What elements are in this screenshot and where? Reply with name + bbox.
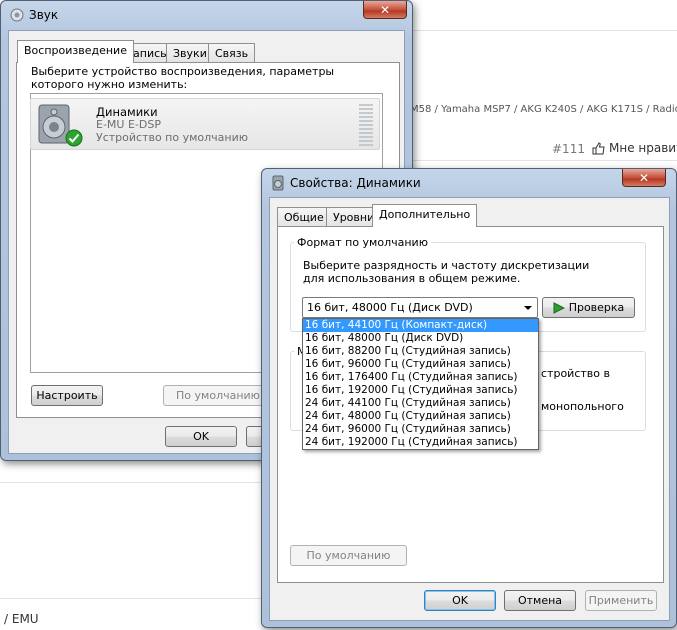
ok-button[interactable]: OK bbox=[424, 590, 496, 611]
cancel-button[interactable]: Отмена bbox=[504, 590, 576, 611]
format-option[interactable]: 24 бит, 48000 Гц (Студийная запись) bbox=[303, 410, 538, 423]
page-divider bbox=[410, 160, 677, 161]
format-option[interactable]: 16 бит, 48000 Гц (Диск DVD) bbox=[303, 332, 538, 345]
default-check-icon bbox=[65, 129, 83, 147]
speaker-icon bbox=[272, 175, 284, 191]
tab-communications[interactable]: Связь bbox=[208, 43, 256, 63]
device-list-item[interactable]: Динамики E-MU E-DSP Устройство по умолча… bbox=[30, 98, 380, 150]
exclusive-option-1-text: стройство в bbox=[541, 367, 610, 380]
page-breadcrumb[interactable]: M58 / Yamaha MSP7 / AKG K240S / AKG K171… bbox=[410, 104, 677, 115]
set-default-button[interactable]: По умолчанию bbox=[163, 385, 273, 406]
exclusive-option-2-text: монопольного bbox=[541, 400, 624, 413]
apply-button[interactable]: Применить bbox=[585, 590, 657, 611]
close-icon: ✕ bbox=[379, 2, 391, 17]
like-button[interactable]: Мне нравит bbox=[592, 141, 677, 155]
format-option[interactable]: 24 бит, 44100 Гц (Студийная запись) bbox=[303, 397, 538, 410]
format-select[interactable]: 16 бит, 48000 Гц (Диск DVD) bbox=[302, 297, 538, 318]
window-title: Звук bbox=[29, 8, 59, 22]
close-button[interactable]: ✕ bbox=[622, 169, 666, 187]
format-option[interactable]: 16 бит, 192000 Гц (Студийная запись) bbox=[303, 384, 538, 397]
device-instruction: Выберите устройство воспроизведения, пар… bbox=[31, 65, 335, 91]
window-title: Свойства: Динамики bbox=[290, 176, 421, 190]
ok-button[interactable]: OK bbox=[165, 426, 237, 447]
device-status: Устройство по умолчанию bbox=[96, 131, 249, 144]
device-model: E-MU E-DSP bbox=[96, 118, 161, 131]
tab-playback[interactable]: Воспроизведение bbox=[17, 40, 134, 63]
speaker-gear-icon bbox=[10, 8, 24, 22]
play-icon bbox=[553, 301, 565, 314]
format-option[interactable]: 16 бит, 96000 Гц (Студийная запись) bbox=[303, 358, 538, 371]
restore-defaults-button[interactable]: По умолчанию bbox=[290, 545, 407, 566]
format-option[interactable]: 24 бит, 96000 Гц (Студийная запись) bbox=[303, 423, 538, 436]
test-button-label: Проверка bbox=[568, 301, 625, 314]
page-bottom-text: / EMU bbox=[4, 612, 39, 626]
tab-general[interactable]: Общие bbox=[277, 207, 331, 227]
device-name: Динамики bbox=[96, 105, 158, 119]
like-label: Мне нравит bbox=[609, 141, 677, 155]
test-button[interactable]: Проверка bbox=[542, 297, 635, 318]
page-divider bbox=[410, 30, 677, 31]
format-option[interactable]: 16 бит, 88200 Гц (Студийная запись) bbox=[303, 345, 538, 358]
format-instruction: Выберите разрядность и частоту дискретиз… bbox=[303, 259, 590, 285]
format-dropdown-list[interactable]: 16 бит, 44100 Гц (Компакт-диск) 16 бит, … bbox=[302, 318, 539, 450]
format-option[interactable]: 16 бит, 176400 Гц (Студийная запись) bbox=[303, 371, 538, 384]
close-icon: ✕ bbox=[638, 170, 650, 185]
tab-advanced[interactable]: Дополнительно bbox=[372, 204, 478, 227]
volume-level-meter bbox=[359, 104, 373, 146]
thumbs-up-icon bbox=[592, 141, 605, 154]
close-button[interactable]: ✕ bbox=[363, 1, 407, 19]
format-option[interactable]: 16 бит, 44100 Гц (Компакт-диск) bbox=[303, 319, 538, 332]
default-format-title: Формат по умолчанию bbox=[294, 236, 431, 249]
tab-sounds[interactable]: Звуки bbox=[166, 43, 214, 63]
format-select-value: 16 бит, 48000 Гц (Диск DVD) bbox=[307, 301, 473, 314]
post-number[interactable]: #111 bbox=[552, 142, 585, 156]
chevron-down-icon bbox=[524, 306, 532, 310]
configure-button[interactable]: Настроить bbox=[31, 385, 103, 406]
format-option[interactable]: 24 бит, 192000 Гц (Студийная запись) bbox=[303, 436, 538, 449]
